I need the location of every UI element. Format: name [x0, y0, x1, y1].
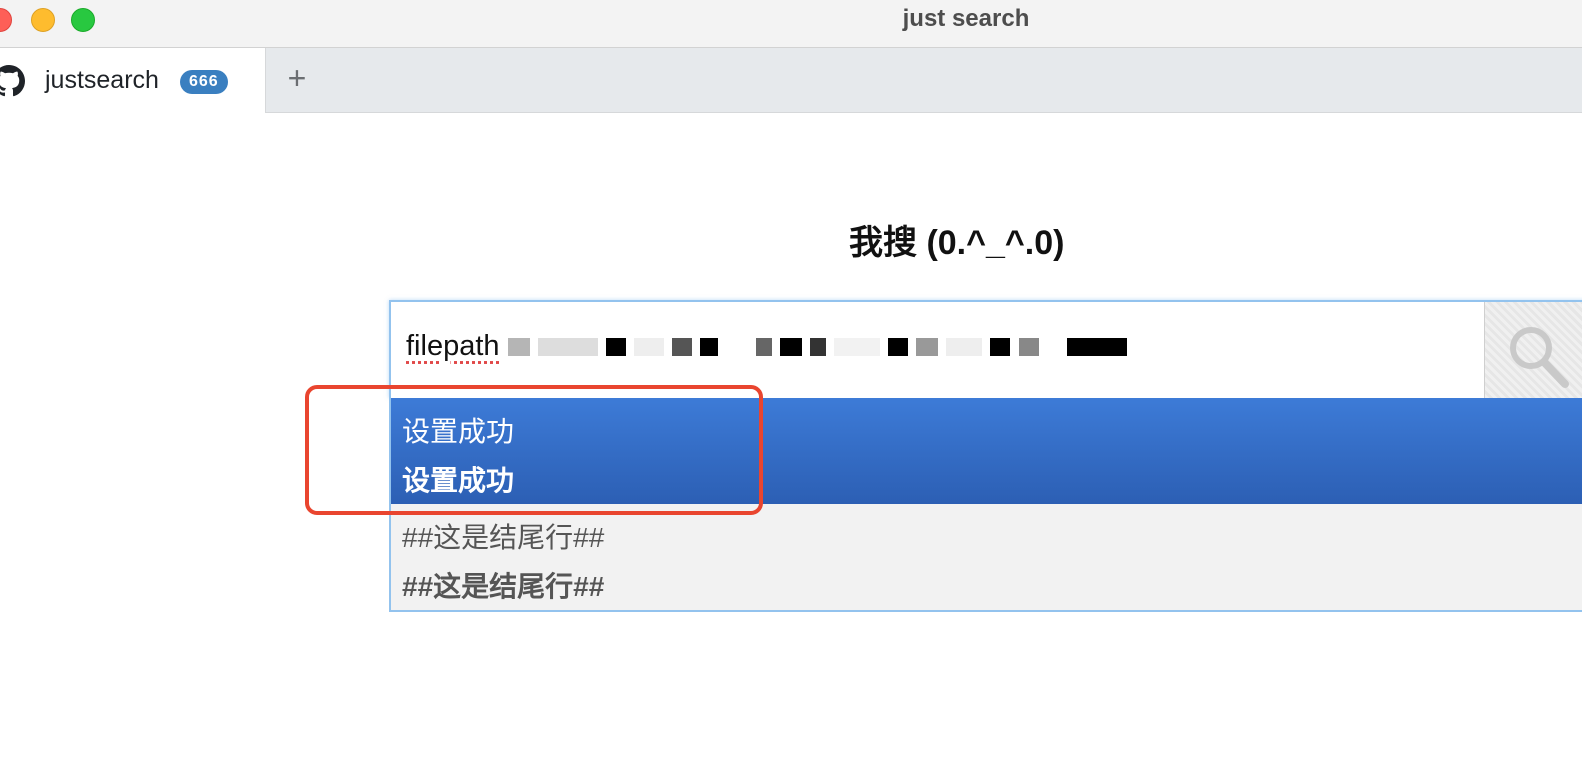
option-subtitle: ##这是结尾行##	[402, 571, 605, 602]
redacted-path	[507, 330, 1127, 362]
new-tab-button[interactable]: +	[284, 60, 310, 96]
option-title: ##这是结尾行##	[402, 522, 605, 553]
tab-justsearch[interactable]: justsearch 666	[0, 48, 266, 113]
github-icon	[0, 65, 25, 97]
title-bar: just search	[0, 0, 1582, 48]
search-input[interactable]: filepath	[406, 330, 1127, 363]
window-title: just search	[902, 5, 1030, 32]
tab-bar: justsearch 666 +	[0, 48, 1582, 113]
tab-label: justsearch	[45, 66, 159, 94]
search-icon	[1510, 327, 1569, 388]
search-button[interactable]	[1484, 302, 1582, 398]
search-box: filepath	[389, 300, 1582, 398]
page-title: 我搜 (0.^_^.0)	[849, 224, 1065, 262]
annotation-highlight-box	[305, 385, 763, 515]
search-prefix: filepath	[406, 330, 500, 362]
tab-badge: 666	[180, 70, 228, 94]
